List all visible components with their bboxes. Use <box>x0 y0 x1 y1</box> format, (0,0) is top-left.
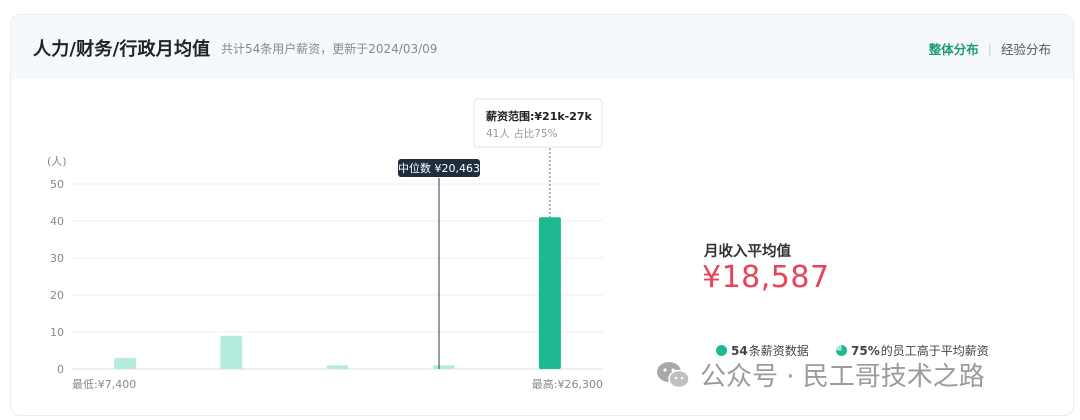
tooltip-detail: 41人 占比75% <box>486 127 558 140</box>
count-icon <box>716 345 727 356</box>
watermark: 公众号 · 民工哥技术之路 <box>656 356 985 393</box>
x-min-label: 最低:¥7,400 <box>72 378 136 391</box>
y-axis-label: (人) <box>47 155 67 168</box>
bar-4 <box>432 365 455 369</box>
wechat-icon <box>657 361 690 388</box>
bar-3 <box>326 365 349 369</box>
y-tick-label: 40 <box>50 215 64 228</box>
tooltip-title: 薪资范围:¥21k-27k <box>486 109 593 123</box>
bar-1 <box>114 357 137 369</box>
x-max-label: 最高:¥26,300 <box>532 377 603 391</box>
avg-value: ¥18,587 <box>702 260 830 295</box>
pie-chart-icon <box>836 345 847 356</box>
bar-2 <box>220 335 243 369</box>
y-tick-label: 50 <box>50 178 64 191</box>
bar-5 <box>538 217 561 369</box>
y-tick-label: 20 <box>50 289 64 302</box>
y-tick-label: 30 <box>50 252 64 265</box>
median-label: 中位数 ¥20,463 <box>398 161 480 175</box>
watermark-text: 公众号 · 民工哥技术之路 <box>700 362 985 392</box>
y-tick-label: 0 <box>57 363 64 376</box>
y-tick-label: 10 <box>50 326 64 339</box>
avg-label: 月收入平均值 <box>704 244 791 260</box>
